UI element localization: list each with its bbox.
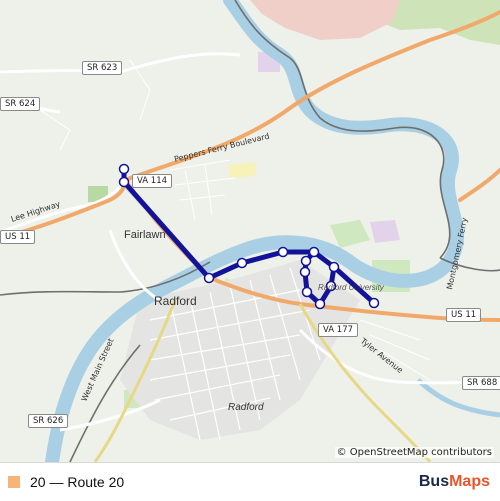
legend-footer: 20 — Route 20 BusMaps (0, 462, 500, 501)
shield-us11-right: US 11 (446, 308, 482, 322)
map-attribution[interactable]: © OpenStreetMap contributors (334, 447, 494, 458)
bus-stop[interactable] (236, 257, 248, 269)
bus-stop[interactable] (118, 176, 130, 188)
shield-sr688: SR 688 (462, 376, 500, 390)
bus-stop[interactable] (203, 272, 215, 284)
bus-stop[interactable] (301, 286, 313, 298)
bus-stop[interactable] (368, 297, 380, 309)
bus-stop[interactable] (299, 266, 311, 278)
bus-stop[interactable] (277, 246, 289, 258)
place-label-radford-district: Radford (228, 402, 264, 413)
place-label-radford: Radford (154, 294, 197, 308)
bus-stop[interactable] (118, 163, 130, 175)
map-canvas: Peppers Ferry Boulevard Lee Highway West… (0, 0, 500, 462)
shield-va114: VA 114 (132, 174, 173, 188)
bus-stop[interactable] (328, 261, 340, 273)
route-color-swatch (8, 476, 20, 488)
bus-stop[interactable] (300, 255, 312, 267)
shield-sr626: SR 626 (28, 414, 69, 428)
campus-building-area (370, 220, 400, 243)
route-map[interactable]: Peppers Ferry Boulevard Lee Highway West… (0, 0, 500, 462)
shield-us11-left: US 11 (0, 230, 36, 244)
route-legend-label: 20 — Route 20 (30, 474, 125, 490)
place-label-university: Radford University (318, 283, 385, 292)
bus-stop[interactable] (308, 246, 320, 258)
bus-stop[interactable] (314, 298, 326, 310)
brand-part-2: Maps (449, 473, 490, 490)
brand-part-1: Bus (418, 473, 450, 490)
shield-sr624: SR 624 (0, 97, 41, 111)
shield-va177: VA 177 (318, 323, 359, 337)
busmaps-logo[interactable]: BusMaps (419, 473, 490, 491)
shield-sr623: SR 623 (82, 61, 123, 75)
place-label-fairlawn: Fairlawn (124, 229, 166, 241)
